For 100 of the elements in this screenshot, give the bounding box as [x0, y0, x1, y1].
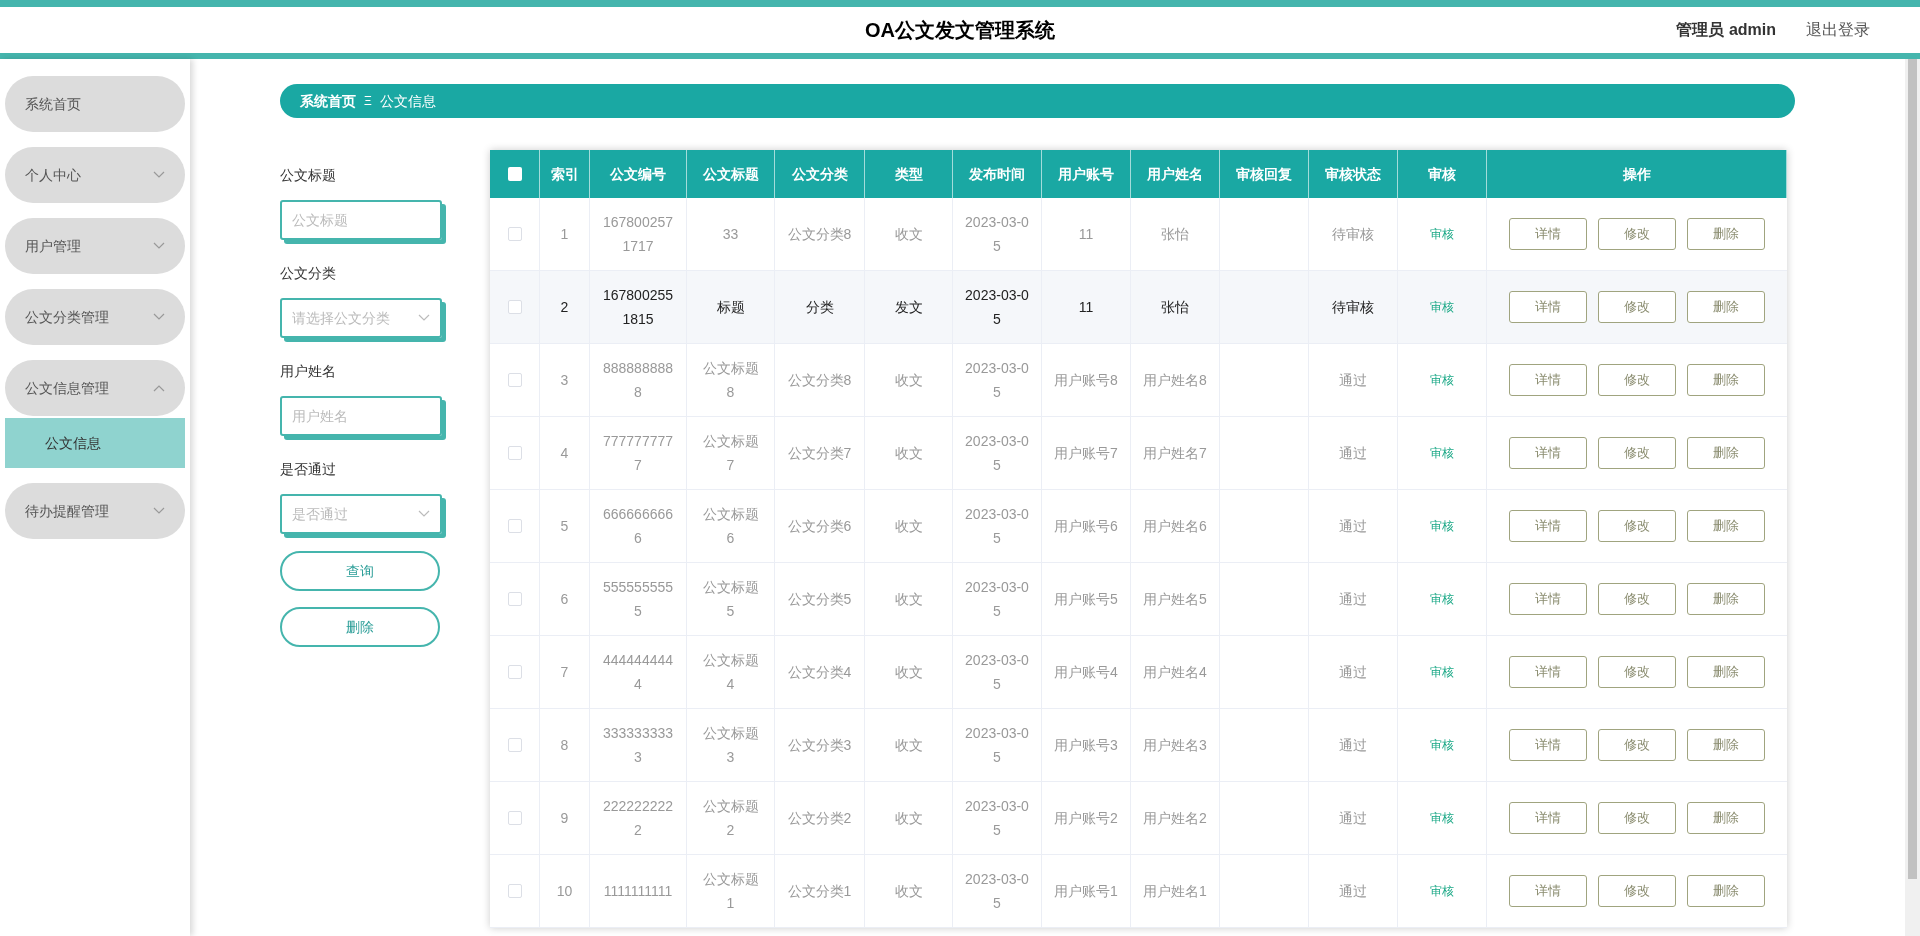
table-cell-text: 3333333333 [602, 724, 674, 767]
table-cell-text: 用户账号4 [1054, 663, 1118, 682]
details-button[interactable]: 详情 [1509, 291, 1587, 323]
sidebar-subitem[interactable]: 公文信息 [5, 418, 185, 468]
row-checkbox[interactable] [507, 227, 522, 241]
edit-button[interactable]: 修改 [1598, 364, 1676, 396]
row-checkbox[interactable] [507, 446, 522, 460]
edit-button[interactable]: 修改 [1598, 583, 1676, 615]
row-checkbox[interactable] [507, 592, 522, 606]
table-cell-text: 用户账号2 [1054, 809, 1118, 828]
table-cell-text: 2222222222 [602, 797, 674, 840]
table-cell-text: 收文 [894, 736, 923, 755]
table-cell-text: 收文 [894, 882, 923, 901]
review-link[interactable]: 审核 [1430, 663, 1454, 681]
review-link[interactable]: 审核 [1430, 444, 1454, 462]
sidebar-item[interactable]: 用户管理 [5, 218, 185, 274]
edit-button[interactable]: 修改 [1598, 510, 1676, 542]
select-all-checkbox[interactable] [507, 167, 522, 181]
table-cell-text: 公文标题4 [701, 651, 760, 694]
breadcrumb-separator: Ξ [364, 93, 372, 110]
delete-button[interactable]: 删除 [1687, 729, 1765, 761]
delete-button[interactable]: 删除 [280, 607, 440, 647]
table-cell-text: 标题 [716, 298, 745, 317]
table-cell-text: 2023-03-05 [965, 578, 1029, 621]
table-cell-text: 公文分类4 [787, 663, 852, 682]
sidebar-item[interactable]: 待办提醒管理 [5, 483, 185, 539]
edit-button[interactable]: 修改 [1598, 291, 1676, 323]
edit-button[interactable]: 修改 [1598, 218, 1676, 250]
details-button[interactable]: 详情 [1509, 875, 1587, 907]
row-checkbox[interactable] [507, 884, 522, 898]
edit-button[interactable]: 修改 [1598, 729, 1676, 761]
table-cell-text: 5 [560, 517, 569, 536]
details-button[interactable]: 详情 [1509, 729, 1587, 761]
review-link[interactable]: 审核 [1430, 225, 1454, 243]
sidebar-item[interactable]: 系统首页 [5, 76, 185, 132]
row-checkbox[interactable] [507, 738, 522, 752]
details-button[interactable]: 详情 [1509, 583, 1587, 615]
delete-button[interactable]: 删除 [1687, 364, 1765, 396]
table-cell-text: 2023-03-05 [965, 870, 1029, 913]
row-checkbox[interactable] [507, 519, 522, 533]
delete-button[interactable]: 删除 [1687, 802, 1765, 834]
details-button[interactable]: 详情 [1509, 437, 1587, 469]
table-cell-text: 11 [1078, 298, 1094, 317]
details-button[interactable]: 详情 [1509, 364, 1587, 396]
delete-button[interactable]: 删除 [1687, 510, 1765, 542]
table-cell-text: 用户账号6 [1054, 517, 1118, 536]
table-cell-text: 公文标题8 [701, 359, 760, 402]
edit-button[interactable]: 修改 [1598, 437, 1676, 469]
table-cell-text: 通过 [1339, 809, 1367, 828]
details-button[interactable]: 详情 [1509, 218, 1587, 250]
delete-button[interactable]: 删除 [1687, 437, 1765, 469]
delete-button[interactable]: 删除 [1687, 218, 1765, 250]
sidebar-item[interactable]: 个人中心 [5, 147, 185, 203]
details-button[interactable]: 详情 [1509, 656, 1587, 688]
delete-button[interactable]: 删除 [1687, 875, 1765, 907]
row-checkbox[interactable] [507, 665, 522, 679]
table-cell-text: 5555555555 [602, 578, 674, 621]
logout-link[interactable]: 退出登录 [1806, 18, 1870, 42]
details-button[interactable]: 详情 [1509, 510, 1587, 542]
delete-button[interactable]: 删除 [1687, 656, 1765, 688]
table-cell-text: 公文分类2 [787, 809, 852, 828]
details-button[interactable]: 详情 [1509, 802, 1587, 834]
sidebar-item[interactable]: 公文分类管理 [5, 289, 185, 345]
delete-button[interactable]: 删除 [1687, 291, 1765, 323]
table-cell-text: 用户账号1 [1054, 882, 1118, 901]
table-cell-text: 收文 [894, 517, 923, 536]
review-link[interactable]: 审核 [1430, 517, 1454, 535]
table-cell-text: 收文 [894, 590, 923, 609]
review-link[interactable]: 审核 [1430, 809, 1454, 827]
row-checkbox[interactable] [507, 811, 522, 825]
review-link[interactable]: 审核 [1430, 882, 1454, 900]
table-cell-text: 公文标题3 [701, 724, 760, 767]
review-link[interactable]: 审核 [1430, 736, 1454, 754]
table-cell-text: 8 [560, 736, 569, 755]
table-cell-text: 通过 [1339, 371, 1367, 390]
table-cell-text: 7 [560, 663, 569, 682]
review-link[interactable]: 审核 [1430, 590, 1454, 608]
table-cell-text: 通过 [1339, 882, 1367, 901]
filter-label: 公文分类 [280, 264, 337, 283]
table-cell-text: 用户姓名2 [1143, 809, 1207, 828]
delete-button[interactable]: 删除 [1687, 583, 1765, 615]
edit-button[interactable]: 修改 [1598, 802, 1676, 834]
review-link[interactable]: 审核 [1430, 298, 1454, 316]
edit-button[interactable]: 修改 [1598, 656, 1676, 688]
table-cell-text: 公文标题2 [701, 797, 760, 840]
search-button[interactable]: 查询 [280, 551, 440, 591]
review-link[interactable]: 审核 [1430, 371, 1454, 389]
table-cell-text: 用户姓名4 [1143, 663, 1207, 682]
sidebar-item[interactable]: 公文信息管理 [5, 360, 185, 416]
table-cell-text: 11 [1078, 225, 1094, 244]
table-cell-text: 公文分类8 [787, 371, 852, 390]
table-cell-text: 通过 [1339, 736, 1367, 755]
app-title: OA公文发文管理系统 [865, 18, 1055, 43]
row-checkbox[interactable] [507, 373, 522, 387]
row-checkbox[interactable] [507, 300, 522, 314]
table-cell-text: 张怡 [1161, 225, 1189, 244]
table-cell-text: 1678002551815 [602, 286, 674, 329]
edit-button[interactable]: 修改 [1598, 875, 1676, 907]
breadcrumb-home-link[interactable]: 系统首页 [300, 90, 356, 112]
chevron-icon [418, 510, 430, 518]
